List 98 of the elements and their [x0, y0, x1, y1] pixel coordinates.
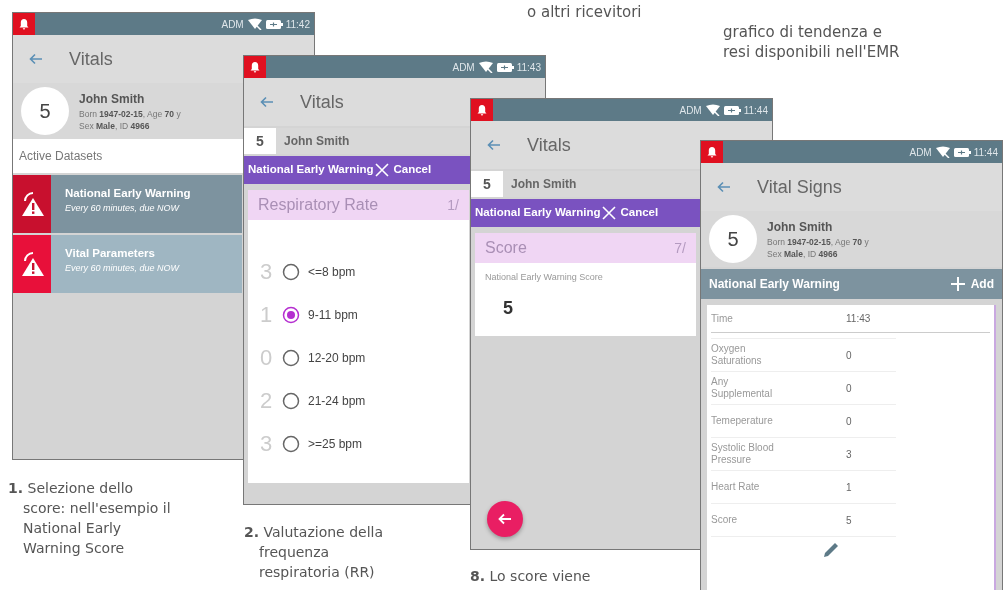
back-button[interactable] — [29, 53, 43, 65]
screen-title: Vitals — [527, 133, 571, 157]
score-value: 5 — [502, 296, 514, 320]
option-label: >=25 bpm — [308, 435, 363, 453]
cancel-button[interactable]: Cancel — [375, 161, 432, 179]
patient-details: Sex Male, ID 4966 — [79, 120, 151, 132]
dataset-schedule: Every 60 minutes, due NOW — [65, 202, 181, 216]
back-arrow-icon — [498, 513, 512, 525]
back-fab-button[interactable] — [487, 501, 523, 537]
signal-icon — [704, 104, 721, 116]
dataset-name: Vital Parameters — [65, 246, 156, 261]
radio-button[interactable] — [282, 434, 300, 453]
patient-name: John Smith — [79, 91, 146, 108]
caption-text: 2. Valutazione della frequenza respiratoria (RR) — [244, 523, 384, 582]
group-title: National Early Warning — [709, 276, 840, 293]
option-label: 21-24 bpm — [308, 392, 366, 410]
field-label: National Early Warning Score — [484, 271, 604, 284]
caption-text: 8. Lo score viene — [470, 567, 592, 586]
patient-details: Sex Male, ID 4966 — [767, 248, 839, 260]
score-circle: 5 — [709, 215, 757, 263]
clock-time: 11:43 — [516, 60, 541, 75]
carrier-label: ADM — [909, 145, 932, 160]
score-value: 5 — [244, 128, 276, 154]
radio-button[interactable] — [282, 305, 300, 324]
cancel-button[interactable]: Cancel — [602, 204, 659, 222]
row-label: Oxygen Saturations — [711, 343, 763, 367]
radio-button[interactable] — [282, 262, 300, 281]
screen-title: Vital Signs — [757, 175, 842, 199]
patient-details: Born 1947-02-15, Age 70 y — [767, 236, 869, 248]
plus-icon — [950, 277, 965, 291]
signal-icon — [934, 146, 951, 158]
back-button[interactable] — [717, 181, 731, 193]
row-value: 0 — [846, 414, 852, 429]
signal-icon — [477, 61, 494, 73]
back-button[interactable] — [260, 96, 274, 108]
row-label: Any Supplemental — [711, 376, 774, 400]
carrier-label: ADM — [452, 60, 475, 75]
radio-button[interactable] — [282, 348, 300, 367]
radio-button[interactable] — [282, 391, 300, 410]
page-counter: 7/ — [674, 238, 686, 258]
battery-icon — [723, 105, 741, 115]
screen-title: Vitals — [69, 47, 113, 71]
score-circle: 5 — [21, 87, 69, 135]
back-arrow-icon — [260, 96, 274, 108]
form-title: National Early Warning — [475, 205, 601, 221]
caption-text: o altri ricevitori — [527, 2, 642, 22]
alarm-warning-icon — [19, 251, 45, 277]
page-counter: 1/ — [447, 195, 459, 215]
row-value: 3 — [846, 447, 852, 462]
back-arrow-icon — [29, 53, 43, 65]
clock-time: 11:44 — [973, 145, 998, 160]
back-button[interactable] — [487, 139, 501, 151]
row-label: Systolic Blood Pressure — [711, 442, 775, 466]
option-label: 9-11 bpm — [308, 306, 358, 324]
row-value: 5 — [846, 513, 852, 528]
dataset-item[interactable]: National Early Warning Every 60 minutes, due NOW — [13, 175, 242, 233]
score-value: 5 — [471, 171, 503, 197]
row-value: 11:43 — [846, 312, 871, 326]
alarm-warning-icon — [19, 191, 45, 217]
option-label: <=8 bpm — [308, 263, 356, 281]
back-arrow-icon — [487, 139, 501, 151]
question-title: Score — [485, 238, 527, 258]
bell-icon — [706, 146, 718, 158]
bell-icon — [249, 61, 261, 73]
question-title: Respiratory Rate — [258, 195, 379, 215]
signal-icon — [246, 18, 263, 30]
battery-icon — [953, 147, 971, 157]
row-label: Score — [711, 514, 739, 526]
edit-button[interactable] — [821, 541, 840, 559]
close-icon — [375, 163, 390, 177]
screen-title: Vitals — [300, 90, 344, 114]
battery-icon — [496, 62, 514, 72]
add-button[interactable]: Add — [950, 275, 994, 293]
caption-text: 1. Selezione dello score: nell'esempio il National Early Warning Score — [8, 479, 172, 558]
option-label: 12-20 bpm — [308, 349, 366, 367]
bell-icon — [18, 18, 30, 30]
battery-icon — [265, 19, 283, 29]
dataset-schedule: Every 60 minutes, due NOW — [65, 262, 181, 276]
row-value: 1 — [846, 480, 852, 495]
row-label: Temeperature — [711, 415, 774, 427]
patient-name: John Smith — [511, 176, 577, 193]
patient-name: John Smith — [767, 219, 834, 236]
bell-icon — [476, 104, 488, 116]
dataset-item[interactable]: Vital Parameters Every 60 minutes, due NOW — [13, 235, 242, 293]
carrier-label: ADM — [221, 17, 244, 32]
clock-time: 11:44 — [743, 103, 768, 118]
row-label: Heart Rate — [711, 481, 761, 493]
row-value: 0 — [846, 348, 852, 363]
row-value: 0 — [846, 381, 852, 396]
patient-details: Born 1947-02-15, Age 70 y — [79, 108, 181, 120]
back-arrow-icon — [717, 181, 731, 193]
clock-time: 11:42 — [285, 17, 310, 32]
row-label: Time — [711, 312, 734, 325]
pencil-icon — [821, 541, 840, 559]
close-icon — [602, 206, 617, 220]
caption-text: grafico di tendenza e resi disponibili nell'EMR — [723, 22, 900, 62]
dataset-name: National Early Warning — [65, 186, 192, 201]
carrier-label: ADM — [679, 103, 702, 118]
